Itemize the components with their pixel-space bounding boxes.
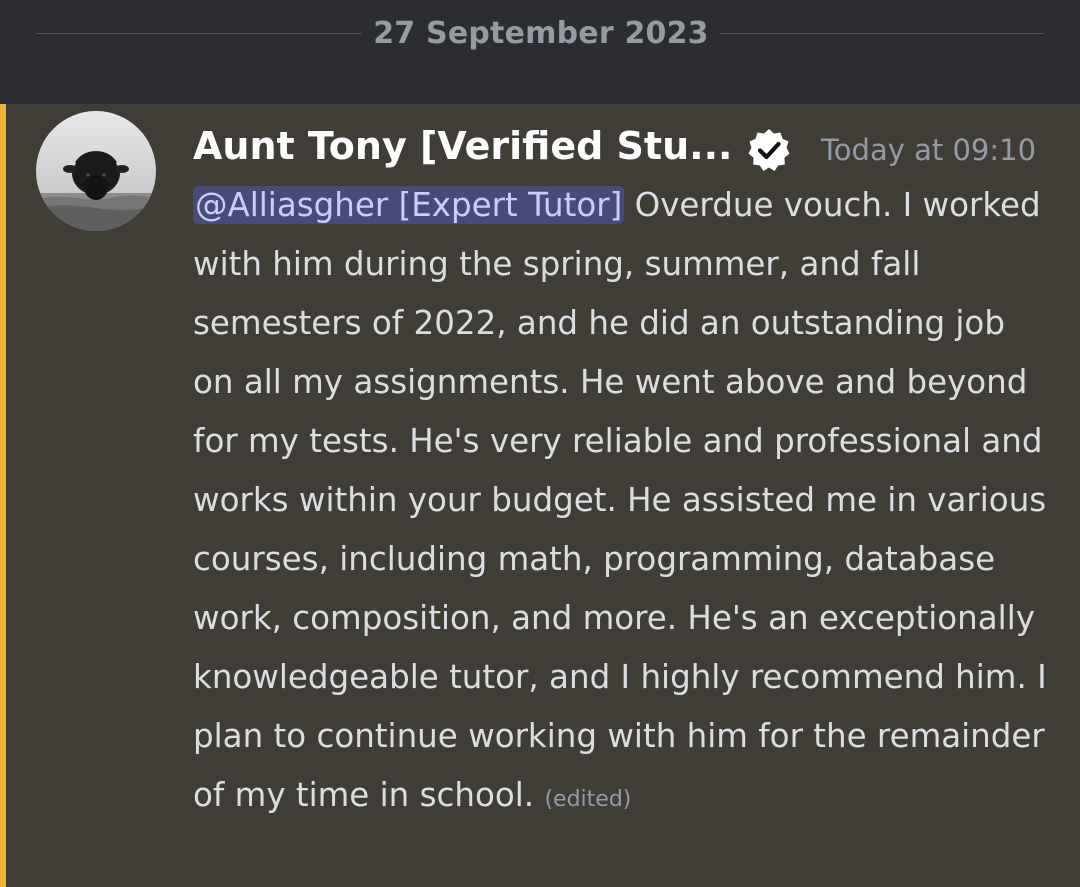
divider-line-right [720,33,1044,34]
avatar[interactable] [36,111,156,231]
message-header: Aunt Tony [Verified Stu... Today at 09:1… [193,118,1053,174]
verified-badge-icon[interactable] [745,126,793,174]
mention-highlight-bar [0,104,6,887]
divider-line-left [36,33,362,34]
divider-date: 27 September 2023 [373,16,709,51]
message-content: @Alliasgher [Expert Tutor] Overdue vouch… [193,176,1053,829]
edited-label[interactable]: (edited) [544,787,631,812]
message[interactable]: Aunt Tony [Verified Stu... Today at 09:1… [0,104,1080,887]
date-divider: 27 September 2023 [0,0,1080,104]
message-body: Overdue vouch. I worked with him during … [193,186,1047,814]
message-timestamp[interactable]: Today at 09:10 [821,130,1036,170]
chat-view: 27 September 2023 Aunt Tony [Verified St… [0,0,1080,887]
author-name[interactable]: Aunt Tony [Verified Stu... [193,122,732,170]
user-mention[interactable]: @Alliasgher [Expert Tutor] [193,186,625,224]
bull-avatar-icon [36,111,156,231]
